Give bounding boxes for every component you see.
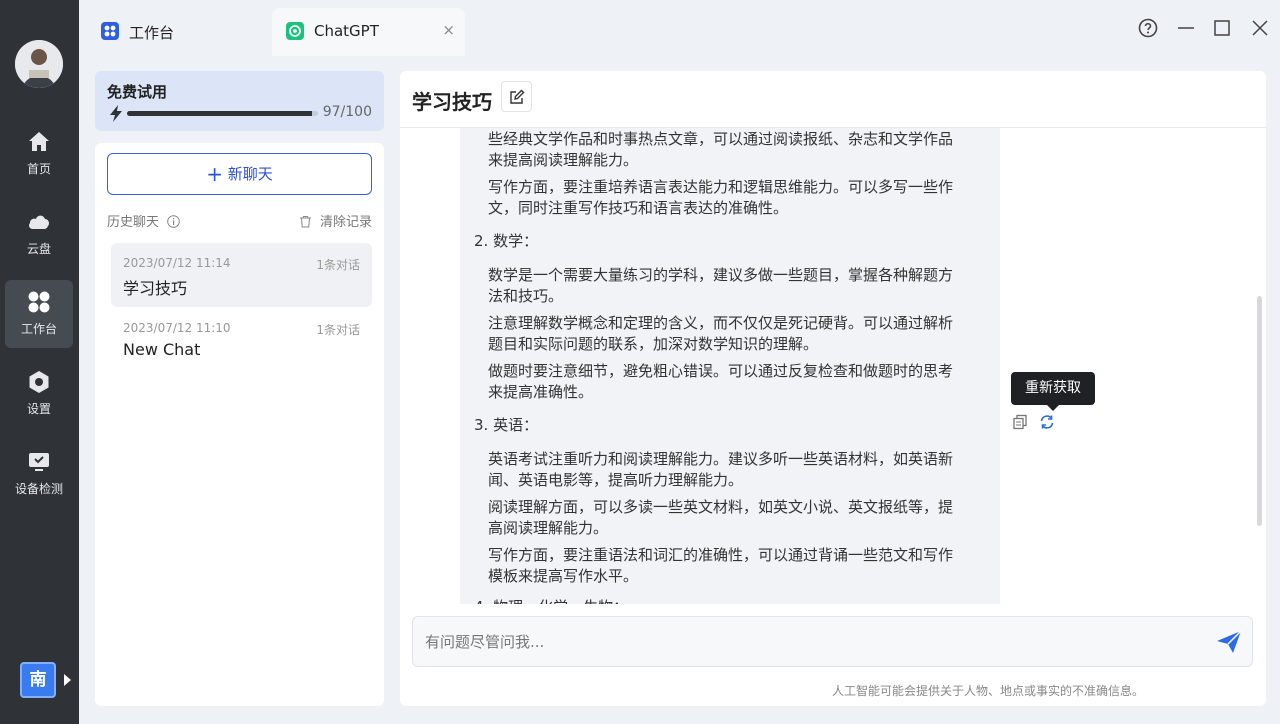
history-count: 1条对话 <box>316 258 360 272</box>
clear-history-label: 清除记录 <box>319 215 372 230</box>
scrollbar[interactable] <box>1257 296 1262 526</box>
copy-icon[interactable] <box>1012 414 1028 430</box>
message-line: 来提高准确性。 <box>488 383 594 401</box>
nav-label: 首页 <box>26 162 51 176</box>
message-line: 文，同时注重写作技巧和语言表达的准确性。 <box>488 199 789 217</box>
tab-bar: 工作台 ChatGPT × <box>79 0 1280 56</box>
chat-input[interactable] <box>425 617 1205 666</box>
nav-item-device-check[interactable]: 设备检测 <box>5 440 73 508</box>
workbench-tab-icon <box>101 22 119 40</box>
help-icon[interactable] <box>1138 18 1158 38</box>
free-trial-card: 免费试用 97/100 <box>95 71 384 131</box>
regenerate-tooltip: 重新获取 <box>1011 372 1095 411</box>
nav-label: 工作台 <box>20 322 57 336</box>
message-line: 模板来提高写作水平。 <box>488 567 639 585</box>
message-line: 来提高阅读理解能力。 <box>488 151 639 169</box>
send-icon[interactable] <box>1216 630 1242 654</box>
chat-sidebar: + 新聊天 历史聊天 清除记录 2023/07/12 11:14 1条对话 学习… <box>95 143 384 706</box>
plus-icon: + <box>206 162 223 186</box>
expand-arrow-icon[interactable] <box>64 674 71 686</box>
nav-item-workbench[interactable]: 工作台 <box>5 280 73 348</box>
nav-label: 设备检测 <box>14 482 63 496</box>
nav-item-home[interactable]: 首页 <box>5 120 73 188</box>
assistant-message: 些经典文学作品和时事热点文章，可以通过阅读报纸、杂志和文学作品 来提高阅读理解能… <box>460 128 1000 604</box>
trash-icon <box>299 216 311 228</box>
chat-title: 学习技巧 <box>412 90 492 114</box>
new-chat-label: 新聊天 <box>227 165 273 183</box>
chatgpt-icon <box>286 22 304 40</box>
chat-input-box <box>412 616 1253 667</box>
trial-title: 免费试用 <box>107 83 168 101</box>
edit-icon <box>510 89 525 104</box>
tab-workbench[interactable]: 工作台 <box>87 8 271 56</box>
nav-item-cloud[interactable]: 云盘 <box>5 200 73 268</box>
message-heading: 4. 物理、化学、生物： <box>474 596 628 604</box>
history-item[interactable]: 2023/07/12 11:14 1条对话 学习技巧 <box>111 243 372 307</box>
history-header: 历史聊天 清除记录 <box>107 211 372 230</box>
settings-icon <box>29 371 49 393</box>
close-tab-icon[interactable]: × <box>442 21 455 39</box>
lightning-icon <box>110 105 122 122</box>
maximize-icon[interactable] <box>1212 18 1232 38</box>
new-chat-button[interactable]: + 新聊天 <box>107 153 372 195</box>
edit-title-button[interactable] <box>501 81 532 112</box>
clear-history-button[interactable]: 清除记录 <box>299 211 372 230</box>
regenerate-icon[interactable] <box>1039 414 1055 430</box>
message-heading: 3. 英语： <box>474 416 539 434</box>
message-line: 阅读理解方面，可以多读一些英文材料，如英文小说、英文报纸等，提 <box>488 498 954 516</box>
trial-count: 97/100 <box>322 104 372 120</box>
chat-header: 学习技巧 <box>400 71 1266 128</box>
close-icon[interactable] <box>1250 18 1270 38</box>
avatar[interactable] <box>15 40 63 88</box>
history-date: 2023/07/12 11:14 <box>123 256 231 270</box>
app-window: 首页 云盘 工作台 设置 设备检测 南 工作台 ChatGPT × 免费试用 9… <box>0 0 1280 724</box>
history-date: 2023/07/12 11:10 <box>123 321 231 335</box>
nav-item-settings[interactable]: 设置 <box>5 360 73 428</box>
left-nav: 首页 云盘 工作台 设置 设备检测 南 <box>0 0 79 724</box>
tab-label: 工作台 <box>129 24 175 42</box>
history-label: 历史聊天 <box>107 215 160 230</box>
message-line: 法和技巧。 <box>488 287 564 305</box>
cloud-icon <box>29 215 49 229</box>
nav-label: 设置 <box>26 402 51 416</box>
message-line: 注意理解数学概念和定理的含义，而不仅仅是死记硬背。可以通过解析 <box>488 314 954 332</box>
info-icon[interactable] <box>167 215 180 228</box>
tab-label: ChatGPT <box>314 22 379 40</box>
tab-chatgpt[interactable]: ChatGPT × <box>272 8 465 56</box>
message-line: 高阅读理解能力。 <box>488 519 609 537</box>
message-line: 数学是一个需要大量练习的学科，建议多做一些题目，掌握各种解题方 <box>488 266 954 284</box>
user-badge[interactable]: 南 <box>20 662 56 698</box>
history-title: 学习技巧 <box>123 279 188 298</box>
message-line: 英语考试注重听力和阅读理解能力。建议多听一些英语材料，如英语新 <box>488 450 954 468</box>
home-icon <box>29 132 49 151</box>
history-title: New Chat <box>123 340 201 359</box>
message-line: 题目和实际问题的联系，加深对数学知识的理解。 <box>488 335 819 353</box>
history-count: 1条对话 <box>316 323 360 337</box>
trial-progress-bar <box>127 111 318 116</box>
message-line: 些经典文学作品和时事热点文章，可以通过阅读报纸、杂志和文学作品 <box>488 130 954 148</box>
message-line: 闻、英语电影等，提高听力理解能力。 <box>488 471 744 489</box>
message-heading: 2. 数学： <box>474 232 539 250</box>
minimize-icon[interactable] <box>1176 18 1196 38</box>
message-line: 写作方面，要注重培养语言表达能力和逻辑思维能力。可以多写一些作 <box>488 178 954 196</box>
device-check-icon <box>29 453 49 471</box>
disclaimer: 人工智能可能会提供关于人物、地点或事实的不准确信息。 <box>831 684 1144 698</box>
history-item[interactable]: 2023/07/12 11:10 1条对话 New Chat <box>111 308 372 372</box>
workbench-icon <box>28 291 50 313</box>
message-line: 做题时要注意细节，避免粗心错误。可以通过反复检查和做题时的思考 <box>488 362 954 380</box>
trial-progress-fill <box>127 111 313 116</box>
chat-panel: 学习技巧 些经典文学作品和时事热点文章，可以通过阅读报纸、杂志和文学作品 来提高… <box>400 71 1266 706</box>
nav-label: 云盘 <box>26 242 51 256</box>
message-line: 写作方面，要注重语法和词汇的准确性，可以通过背诵一些范文和写作 <box>488 546 954 564</box>
